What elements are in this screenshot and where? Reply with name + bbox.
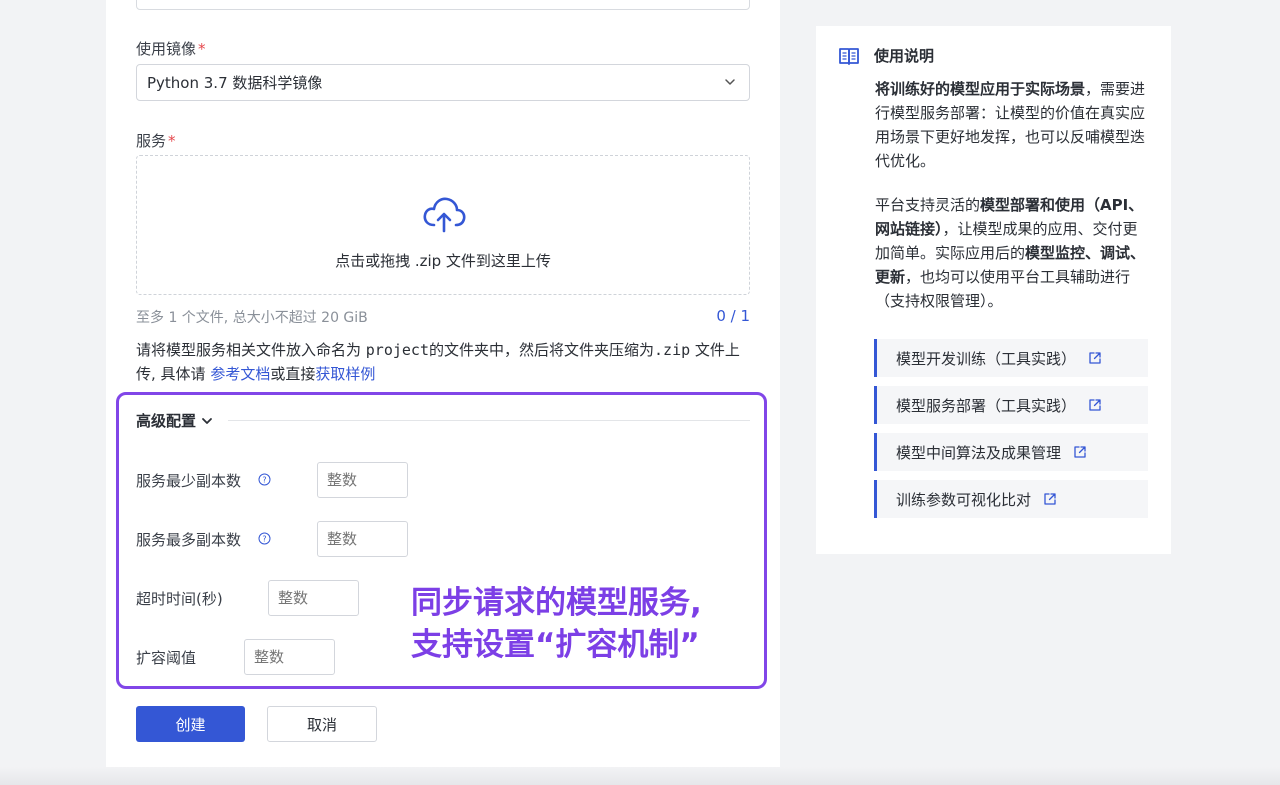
timeout-input[interactable] — [268, 580, 359, 616]
external-link-icon — [1089, 399, 1101, 411]
get-sample-link[interactable]: 获取样例 — [315, 365, 375, 383]
min-replicas-label: 服务最少副本数 — [136, 472, 242, 490]
help-icon[interactable]: ? — [258, 473, 271, 486]
usage-guide-header: 使用说明 — [838, 45, 934, 66]
guide-paragraph-2: 平台支持灵活的模型部署和使用（API、网站链接），让模型成果的应用、交付更加简单… — [875, 193, 1150, 313]
image-label-text: 使用镜像 — [136, 40, 197, 58]
advanced-config-toggle[interactable]: 高级配置 — [136, 410, 214, 431]
upload-count: 0 / 1 — [716, 307, 750, 325]
page-bottom-shadow — [0, 767, 1280, 785]
service-label: 服务 * — [136, 130, 176, 151]
upload-limit-text: 至多 1 个文件, 总大小不超过 20 GiB — [136, 310, 368, 326]
upload-description: 请将模型服务相关文件放入命名为 project的文件夹中，然后将文件夹压缩为.z… — [136, 338, 754, 386]
upload-hint: 点击或拖拽 .zip 文件到这里上传 — [335, 252, 551, 270]
external-link-icon — [1044, 493, 1056, 505]
help-icon[interactable]: ? — [258, 532, 271, 545]
guide-link-param-compare[interactable]: 训练参数可视化比对 — [874, 480, 1148, 518]
guide-paragraph-1: 将训练好的模型应用于实际场景，需要进行模型服务部署：让模型的价值在真实应用场景下… — [875, 77, 1150, 173]
guide-text: 平台支持灵活的 — [875, 196, 981, 214]
image-select[interactable]: Python 3.7 数据科学镜像 — [136, 64, 750, 101]
service-label-text: 服务 — [136, 132, 167, 150]
image-label: 使用镜像 * — [136, 38, 206, 59]
previous-field-input[interactable] — [136, 0, 750, 10]
required-mark: * — [168, 132, 176, 150]
annotation-text: 同步请求的模型服务, 支持设置“扩容机制” — [411, 582, 751, 666]
timeout-label: 超时时间(秒) — [136, 590, 223, 608]
required-mark: * — [198, 40, 206, 58]
guide-link-model-training[interactable]: 模型开发训练（工具实践） — [874, 339, 1148, 377]
desc-code: .zip — [654, 341, 691, 359]
scale-threshold-input[interactable] — [244, 639, 335, 675]
desc-text: 或直接 — [270, 365, 316, 383]
cloud-upload-icon — [423, 197, 466, 233]
create-button[interactable]: 创建 — [136, 706, 245, 742]
external-link-icon — [1089, 352, 1101, 364]
guide-link-label: 训练参数可视化比对 — [896, 490, 1032, 509]
annotation-line: 支持设置“扩容机制” — [411, 627, 700, 663]
advanced-config-title: 高级配置 — [136, 412, 197, 430]
chevron-down-icon — [725, 79, 735, 85]
max-replicas-input[interactable] — [317, 521, 408, 557]
book-icon — [839, 47, 859, 65]
guide-link-label: 模型服务部署（工具实践） — [896, 396, 1077, 415]
upload-dropzone[interactable]: 点击或拖拽 .zip 文件到这里上传 — [136, 155, 750, 295]
annotation-line: 同步请求的模型服务, — [411, 585, 702, 621]
image-select-value: Python 3.7 数据科学镜像 — [147, 74, 323, 92]
desc-code: project — [365, 341, 429, 359]
svg-text:?: ? — [262, 535, 266, 544]
chevron-down-icon — [202, 417, 212, 424]
external-link-icon — [1074, 446, 1086, 458]
usage-guide-title: 使用说明 — [874, 47, 935, 65]
guide-link-label: 模型中间算法及成果管理 — [896, 443, 1062, 462]
guide-link-label: 模型开发训练（工具实践） — [896, 349, 1077, 368]
guide-bold-text: 将训练好的模型应用于实际场景 — [875, 80, 1086, 98]
min-replicas-input[interactable] — [317, 462, 408, 498]
scale-threshold-label: 扩容阈值 — [136, 649, 197, 667]
reference-doc-link[interactable]: 参考文档 — [210, 365, 270, 383]
cancel-button[interactable]: 取消 — [267, 706, 377, 742]
max-replicas-label: 服务最多副本数 — [136, 531, 242, 549]
section-divider — [228, 420, 750, 421]
guide-link-algorithm-management[interactable]: 模型中间算法及成果管理 — [874, 433, 1148, 471]
desc-text: 请将模型服务相关文件放入命名为 — [136, 341, 366, 359]
upload-help-row: 至多 1 个文件, 总大小不超过 20 GiB 0 / 1 — [136, 307, 750, 327]
guide-text: ，也均可以使用平台工具辅助进行（支持权限管理）。 — [875, 268, 1131, 310]
guide-link-model-deploy[interactable]: 模型服务部署（工具实践） — [874, 386, 1148, 424]
desc-text: 的文件夹中，然后将文件夹压缩为 — [429, 341, 655, 359]
svg-text:?: ? — [262, 476, 266, 485]
